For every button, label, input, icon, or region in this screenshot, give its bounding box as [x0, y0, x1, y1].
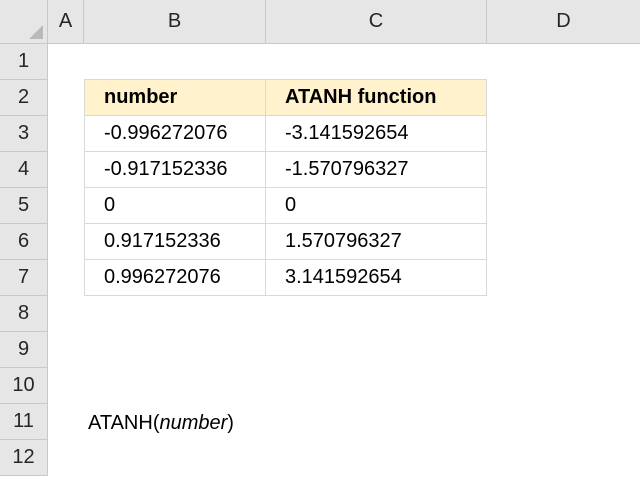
cell-c4[interactable]: -1.570796327 [266, 152, 487, 188]
column-header-b[interactable]: B [84, 0, 266, 44]
cell-c5[interactable]: 0 [266, 188, 487, 224]
row-header-4[interactable]: 4 [0, 152, 48, 188]
row-header-5[interactable]: 5 [0, 188, 48, 224]
row-header-12[interactable]: 12 [0, 440, 48, 476]
column-header-d[interactable]: D [487, 0, 640, 44]
column-header-a[interactable]: A [48, 0, 84, 44]
syntax-close-paren: ) [227, 411, 234, 434]
row-header-10[interactable]: 10 [0, 368, 48, 404]
row-header-11[interactable]: 11 [0, 404, 48, 440]
row-header-8[interactable]: 8 [0, 296, 48, 332]
syntax-function-name: ATANH( [88, 411, 160, 434]
cell-c3[interactable]: -3.141592654 [266, 116, 487, 152]
cell-b5[interactable]: 0 [84, 188, 266, 224]
cell-c6[interactable]: 1.570796327 [266, 224, 487, 260]
cell-c2-header-atanh[interactable]: ATANH function [266, 79, 487, 116]
cell-b2-header-number[interactable]: number [84, 79, 266, 116]
row-header-9[interactable]: 9 [0, 332, 48, 368]
column-header-c[interactable]: C [266, 0, 487, 44]
cell-b4[interactable]: -0.917152336 [84, 152, 266, 188]
row-header-7[interactable]: 7 [0, 260, 48, 296]
spreadsheet: A B C D 1 2 3 4 5 6 7 8 9 10 11 12 numbe… [0, 0, 640, 478]
cell-b6[interactable]: 0.917152336 [84, 224, 266, 260]
cell-c7[interactable]: 3.141592654 [266, 260, 487, 296]
cell-b7[interactable]: 0.996272076 [84, 260, 266, 296]
cell-b3[interactable]: -0.996272076 [84, 116, 266, 152]
function-syntax-text[interactable]: ATANH(number ) [88, 405, 234, 441]
select-all-corner[interactable] [0, 0, 48, 44]
row-header-2[interactable]: 2 [0, 80, 48, 116]
row-header-1[interactable]: 1 [0, 44, 48, 80]
row-header-3[interactable]: 3 [0, 116, 48, 152]
select-all-triangle-icon [29, 25, 43, 39]
row-header-6[interactable]: 6 [0, 224, 48, 260]
syntax-argument: number [159, 411, 228, 434]
